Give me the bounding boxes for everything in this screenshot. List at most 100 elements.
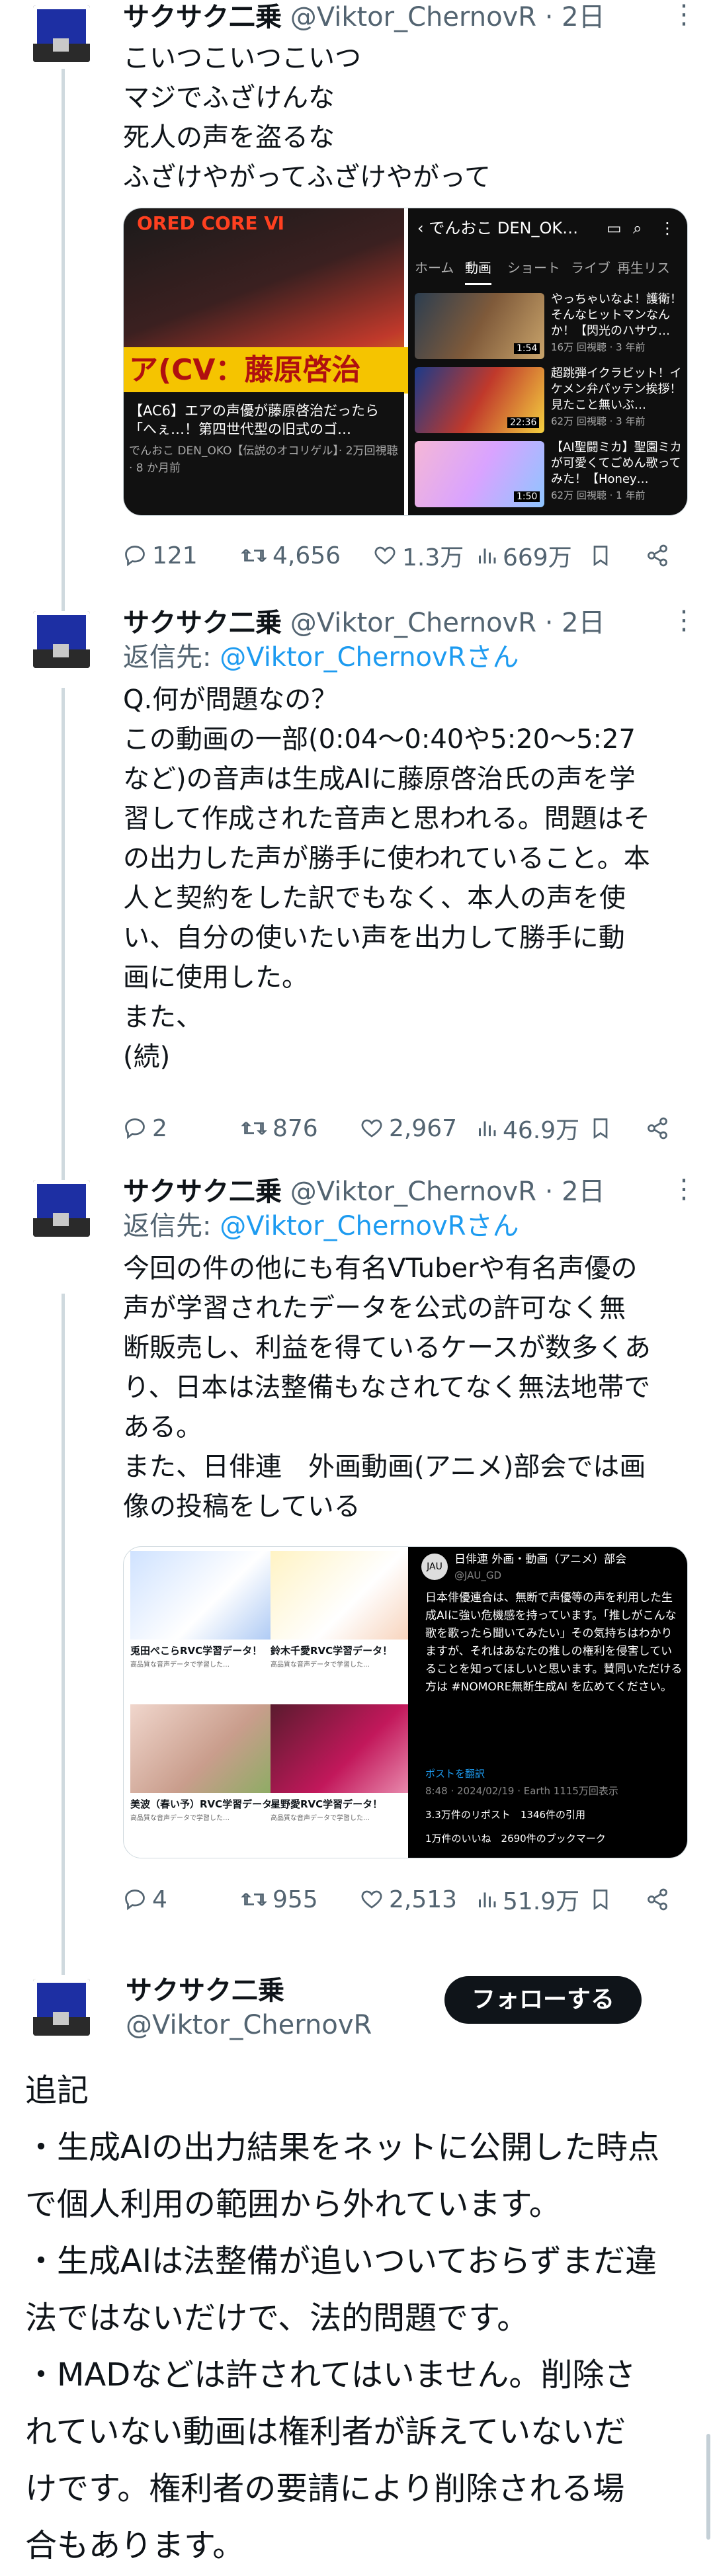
tweet-time[interactable]: · 2日 bbox=[545, 1177, 605, 1207]
cast-icon: ▭ bbox=[607, 219, 622, 237]
share-button[interactable] bbox=[646, 536, 675, 575]
tweet-header: サクサク二乗 @Viktor_ChernovR · 2日 bbox=[123, 606, 605, 640]
tweet-time[interactable]: · 2日 bbox=[545, 608, 605, 638]
heart-icon bbox=[361, 1890, 382, 1909]
like-button[interactable]: 2,513 bbox=[360, 1880, 457, 1919]
tweet-3[interactable]: サクサク二乗 @Viktor_ChernovR · 2日 ⋮ 返信先: @Vik… bbox=[0, 1175, 713, 1942]
youtube-header: ‹ でんおこ DEN_OK… ▭ ⌕ ⋮ bbox=[408, 208, 687, 248]
video-meta: 62万 回視聴 · 1 年前 bbox=[551, 489, 646, 501]
author-name[interactable]: サクサク二乗 bbox=[126, 1974, 284, 2008]
like-button[interactable]: 2,967 bbox=[360, 1108, 457, 1148]
views-icon bbox=[479, 548, 496, 563]
author-handle[interactable]: @Viktor_ChernovR bbox=[126, 2008, 372, 2042]
tweet-line: 合もあります。 bbox=[25, 2527, 245, 2564]
video-channel: でんおこ DEN_OKO【伝説のオコリゲル】· 2万回視聴 · 8 か月前 bbox=[129, 444, 398, 475]
bookmark-button[interactable] bbox=[590, 536, 616, 575]
more-options-icon[interactable]: ⋮ bbox=[671, 1, 697, 28]
follow-button[interactable]: フォローする bbox=[444, 1976, 642, 2024]
tweet-line: い、自分の使いたい声を出力して勝手に動 bbox=[123, 923, 625, 953]
video-duration: 1:50 bbox=[514, 491, 540, 502]
share-icon bbox=[648, 1888, 667, 1911]
views-button[interactable]: 51.9万 bbox=[476, 1880, 579, 1919]
back-arrow-icon: ‹ bbox=[417, 219, 429, 237]
avatar[interactable] bbox=[33, 5, 90, 62]
author-handle[interactable]: @Viktor_ChernovR bbox=[290, 2, 536, 32]
avatar[interactable] bbox=[33, 1180, 90, 1237]
tweet-line: Q.何が問題なの？ bbox=[123, 685, 338, 715]
focused-tweet-header: サクサク二乗 @Viktor_ChernovR フォローする bbox=[0, 1974, 713, 2046]
retweet-button[interactable]: 4,656 bbox=[241, 536, 341, 575]
reply-icon bbox=[125, 546, 145, 567]
tab-shorts: ショート bbox=[507, 260, 560, 276]
product-title: 星野愛RVC学習データ！ bbox=[271, 1798, 383, 1810]
video-row: 22:36 超跳弾イクラビット！イケメン弁パッテン挨拶！見たこと無いぶ… 62万… bbox=[408, 362, 687, 435]
tweet-1[interactable]: サクサク二乗 @Viktor_ChernovR · 2日 ⋮ こいつこいつこいつ… bbox=[0, 0, 713, 608]
avatar[interactable] bbox=[33, 611, 90, 668]
tweet-time[interactable]: · 2日 bbox=[545, 2, 605, 32]
retweet-button[interactable]: 955 bbox=[241, 1880, 318, 1919]
retweet-count: 876 bbox=[273, 1114, 318, 1142]
tweet-line: り、日本は法整備もなされてなく無法地帯で bbox=[123, 1372, 651, 1403]
tweet-text: こいつこいつこいつ マジでふざけんな 死人の声を盗るな ふざけやがってふざけやが… bbox=[123, 38, 687, 197]
reply-button[interactable]: 121 bbox=[123, 536, 198, 575]
scrollbar[interactable] bbox=[706, 2434, 710, 2540]
like-count: 1.3万 bbox=[402, 544, 464, 571]
tweet-line: ・生成AIの出力結果をネットに公開した時点 bbox=[25, 2129, 659, 2166]
tweet-actions: 2 876 2,967 46.9万 bbox=[123, 1108, 687, 1148]
reply-count: 2 bbox=[152, 1114, 167, 1142]
more-options-icon[interactable]: ⋮ bbox=[671, 1176, 697, 1202]
retweet-button[interactable]: 876 bbox=[241, 1108, 318, 1148]
retweet-count: 4,656 bbox=[273, 542, 341, 569]
heart-icon bbox=[374, 546, 396, 565]
tweet-line: 人と契約をした訳でもなく、本人の声を使 bbox=[123, 883, 626, 913]
avatar[interactable] bbox=[33, 1979, 90, 2036]
author-handle[interactable]: @Viktor_ChernovR bbox=[290, 608, 536, 638]
like-count: 2,967 bbox=[389, 1114, 458, 1142]
tweet-line: 画に使用した。 bbox=[123, 962, 308, 993]
tweet-media[interactable]: 兎田ぺこらRVC学習データ！ 高品質な音声データで学習した… 鈴木千愛RVC学習… bbox=[123, 1546, 688, 1858]
youtube-tabs: ホーム 動画 ショート ライブ 再生リス bbox=[408, 248, 687, 285]
focused-tweet-text: 追記 ・生成AIの出力結果をネットに公開した時点 で個人利用の範囲から外れていま… bbox=[25, 2062, 693, 2574]
retweet-icon bbox=[241, 1122, 267, 1135]
author-name[interactable]: サクサク二乗 bbox=[123, 2, 282, 32]
retweet-icon bbox=[241, 1893, 267, 1906]
views-button[interactable]: 669万 bbox=[476, 536, 572, 575]
search-icon: ⌕ bbox=[633, 219, 642, 237]
product-title: 兎田ぺこらRVC学習データ！ bbox=[130, 1645, 263, 1657]
reply-to-link[interactable]: @Viktor_ChernovRさん bbox=[220, 642, 519, 673]
like-button[interactable]: 1.3万 bbox=[373, 536, 464, 575]
channel-name: でんおこ DEN_OK… bbox=[429, 219, 579, 237]
tweet-actions: 121 4,656 1.3万 669万 bbox=[123, 536, 687, 575]
reply-prefix: 返信先: bbox=[123, 1211, 220, 1241]
tweet-line: ・MADなどは許されてはいません。削除さ bbox=[25, 2356, 636, 2393]
video-duration: 1:54 bbox=[514, 343, 540, 354]
reply-button[interactable]: 2 bbox=[123, 1108, 167, 1148]
media-image-game[interactable]: ORED CORE Ⅵ ア(CV：藤原啓治 【AC6】エアの声優が藤原啓治だった… bbox=[124, 208, 409, 515]
more-options-icon[interactable]: ⋮ bbox=[671, 607, 697, 634]
author-name[interactable]: サクサク二乗 bbox=[123, 1177, 282, 1207]
media-image-youtube[interactable]: ‹ でんおこ DEN_OK… ▭ ⌕ ⋮ ホーム 動画 ショート ライブ 再生リ… bbox=[408, 208, 687, 515]
tweet-line: 断販売し、利益を得ているケースが数多くあ bbox=[123, 1333, 651, 1363]
reply-context: 返信先: @Viktor_ChernovRさん bbox=[123, 1209, 519, 1243]
bookmark-button[interactable] bbox=[590, 1108, 616, 1148]
share-button[interactable] bbox=[646, 1880, 675, 1919]
tweet-line: ある。 bbox=[123, 1412, 202, 1442]
author-name[interactable]: サクサク二乗 bbox=[123, 608, 282, 638]
video-meta: 62万 回視聴 · 3 年前 bbox=[551, 415, 646, 427]
bookmark-button[interactable] bbox=[590, 1880, 616, 1919]
reply-prefix: 返信先: bbox=[123, 642, 220, 673]
share-button[interactable] bbox=[646, 1108, 675, 1148]
author-handle[interactable]: @Viktor_ChernovR bbox=[290, 1177, 536, 1207]
tweet-2[interactable]: サクサク二乗 @Viktor_ChernovR · 2日 ⋮ 返信先: @Vik… bbox=[0, 606, 713, 1201]
tweet-line: など)の音声は生成AIに藤原啓治氏の声を学 bbox=[123, 764, 636, 794]
reply-to-link[interactable]: @Viktor_ChernovRさん bbox=[220, 1211, 519, 1241]
tweet-line: ふざけやがってふざけやがって bbox=[123, 162, 491, 192]
reply-button[interactable]: 4 bbox=[123, 1880, 167, 1919]
tweet-header: サクサク二乗 @Viktor_ChernovR · 2日 bbox=[123, 1175, 605, 1209]
reply-context: 返信先: @Viktor_ChernovRさん bbox=[123, 640, 519, 675]
tweet-media[interactable]: ORED CORE Ⅵ ア(CV：藤原啓治 【AC6】エアの声優が藤原啓治だった… bbox=[123, 208, 688, 516]
embedded-post-screenshot: JAU 日俳連 外画・動画（アニメ）部会 @JAU_GD 日本俳優連合は、無断で… bbox=[408, 1547, 687, 1858]
like-count: 2,513 bbox=[389, 1886, 458, 1913]
views-button[interactable]: 46.9万 bbox=[476, 1108, 579, 1148]
tweet-line: 声が学習されたデータを公式の許可なく無 bbox=[123, 1293, 626, 1323]
